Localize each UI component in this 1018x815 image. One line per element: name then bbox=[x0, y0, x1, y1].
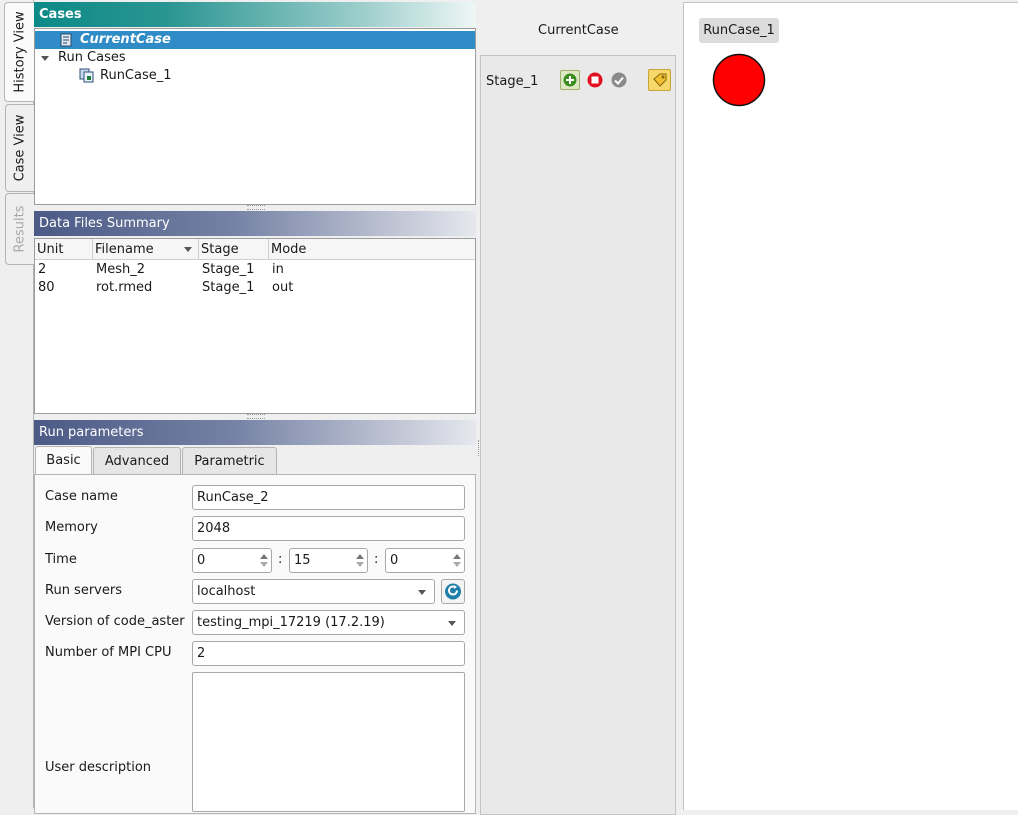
mpi-cpu-label: Number of MPI CPU bbox=[45, 645, 172, 660]
spin-up-icon[interactable] bbox=[356, 554, 364, 559]
time-hours-value: 0 bbox=[197, 553, 206, 568]
add-stage-button[interactable] bbox=[560, 70, 580, 90]
add-icon bbox=[563, 73, 577, 87]
column-header-unit[interactable]: Unit bbox=[35, 239, 93, 260]
tree-item-run-cases[interactable]: Run Cases bbox=[35, 49, 475, 67]
stage-label[interactable]: Stage_1 bbox=[486, 73, 538, 91]
tab-results: Results bbox=[5, 193, 34, 265]
spin-down-icon[interactable] bbox=[453, 562, 461, 567]
refresh-icon bbox=[445, 583, 461, 600]
spin-up-icon[interactable] bbox=[453, 554, 461, 559]
cell-mode[interactable]: in bbox=[269, 261, 284, 279]
version-select[interactable]: testing_mpi_17219 (17.2.19) bbox=[192, 610, 465, 635]
time-seconds-spinbox[interactable]: 0 bbox=[385, 548, 465, 573]
tab-advanced[interactable]: Advanced bbox=[93, 447, 181, 475]
dashboard-area bbox=[683, 2, 1018, 810]
memory-label: Memory bbox=[45, 520, 98, 535]
cell-mode[interactable]: out bbox=[269, 279, 293, 297]
tree-item-runcase[interactable]: RunCase_1 bbox=[35, 67, 475, 85]
run-cases-label: Run Cases bbox=[58, 50, 126, 65]
tab-results-label: Results bbox=[12, 205, 28, 253]
time-hours-spinbox[interactable]: 0 bbox=[192, 548, 272, 573]
stop-icon[interactable] bbox=[587, 72, 603, 88]
case-name-input[interactable]: RunCase_2 bbox=[192, 485, 465, 510]
memory-input[interactable]: 2048 bbox=[192, 516, 465, 541]
run-case-label: RunCase_1 bbox=[100, 68, 172, 83]
cell-filename[interactable]: rot.rmed bbox=[93, 279, 152, 297]
current-case-label: CurrentCase bbox=[80, 32, 171, 47]
run-case-icon bbox=[79, 68, 94, 83]
chevron-down-icon bbox=[448, 621, 456, 626]
status-circle-icon[interactable] bbox=[712, 53, 766, 107]
column-header-filename-label: Filename bbox=[95, 242, 154, 257]
splitter-handle[interactable] bbox=[247, 414, 265, 419]
user-description-textarea[interactable] bbox=[192, 672, 465, 812]
tab-history-view-label: History View bbox=[12, 11, 28, 93]
data-files-table[interactable]: Unit Filename Stage Mode 2 Mesh_2 Stage_… bbox=[34, 238, 476, 414]
tab-case-view[interactable]: Case View bbox=[5, 104, 34, 192]
current-case-icon bbox=[60, 33, 72, 47]
sort-down-icon bbox=[184, 247, 192, 252]
time-seconds-value: 0 bbox=[390, 553, 399, 568]
tree-item-current-case[interactable]: CurrentCase bbox=[35, 31, 475, 49]
tab-case-view-label: Case View bbox=[12, 114, 28, 182]
version-label: Version of code_aster bbox=[45, 614, 185, 629]
data-files-header: Data Files Summary bbox=[34, 211, 476, 236]
cell-filename[interactable]: Mesh_2 bbox=[93, 261, 145, 279]
tab-parametric[interactable]: Parametric bbox=[182, 447, 277, 475]
time-separator: : bbox=[278, 552, 283, 567]
check-icon[interactable] bbox=[611, 72, 627, 88]
time-separator: : bbox=[374, 552, 379, 567]
case-view-title: CurrentCase bbox=[538, 23, 619, 38]
run-servers-select[interactable]: localhost bbox=[192, 579, 435, 604]
user-description-label: User description bbox=[45, 760, 152, 775]
case-name-label: Case name bbox=[45, 489, 118, 504]
time-minutes-value: 15 bbox=[294, 553, 311, 568]
column-header-mode[interactable]: Mode bbox=[269, 239, 475, 260]
column-header-stage[interactable]: Stage bbox=[199, 239, 269, 260]
cases-header: Cases bbox=[34, 2, 476, 27]
splitter-handle[interactable] bbox=[247, 205, 265, 210]
mpi-cpu-input[interactable]: 2 bbox=[192, 641, 465, 666]
tab-history-view[interactable]: History View bbox=[4, 2, 35, 102]
runcase-column-header[interactable]: RunCase_1 bbox=[699, 18, 779, 43]
column-header-filename[interactable]: Filename bbox=[93, 239, 199, 260]
run-servers-label: Run servers bbox=[45, 583, 122, 598]
expand-arrow-icon[interactable] bbox=[41, 56, 49, 61]
tag-icon bbox=[653, 73, 667, 87]
tag-stage-button[interactable] bbox=[648, 69, 671, 91]
cases-tree[interactable]: CurrentCase Run Cases RunCase_1 bbox=[34, 28, 476, 205]
spin-up-icon[interactable] bbox=[260, 554, 268, 559]
stages-panel bbox=[480, 55, 676, 815]
chevron-down-icon bbox=[418, 590, 426, 595]
run-parameters-header: Run parameters bbox=[34, 420, 476, 445]
version-value: testing_mpi_17219 (17.2.19) bbox=[197, 615, 385, 630]
cell-stage[interactable]: Stage_1 bbox=[199, 261, 254, 279]
cell-unit[interactable]: 2 bbox=[35, 261, 46, 279]
spin-down-icon[interactable] bbox=[260, 562, 268, 567]
time-label: Time bbox=[45, 552, 77, 567]
run-servers-value: localhost bbox=[197, 584, 256, 599]
refresh-servers-button[interactable] bbox=[441, 579, 465, 604]
cell-stage[interactable]: Stage_1 bbox=[199, 279, 254, 297]
cell-unit[interactable]: 80 bbox=[35, 279, 55, 297]
time-minutes-spinbox[interactable]: 15 bbox=[289, 548, 368, 573]
spin-down-icon[interactable] bbox=[356, 562, 364, 567]
tab-basic[interactable]: Basic bbox=[35, 446, 92, 475]
